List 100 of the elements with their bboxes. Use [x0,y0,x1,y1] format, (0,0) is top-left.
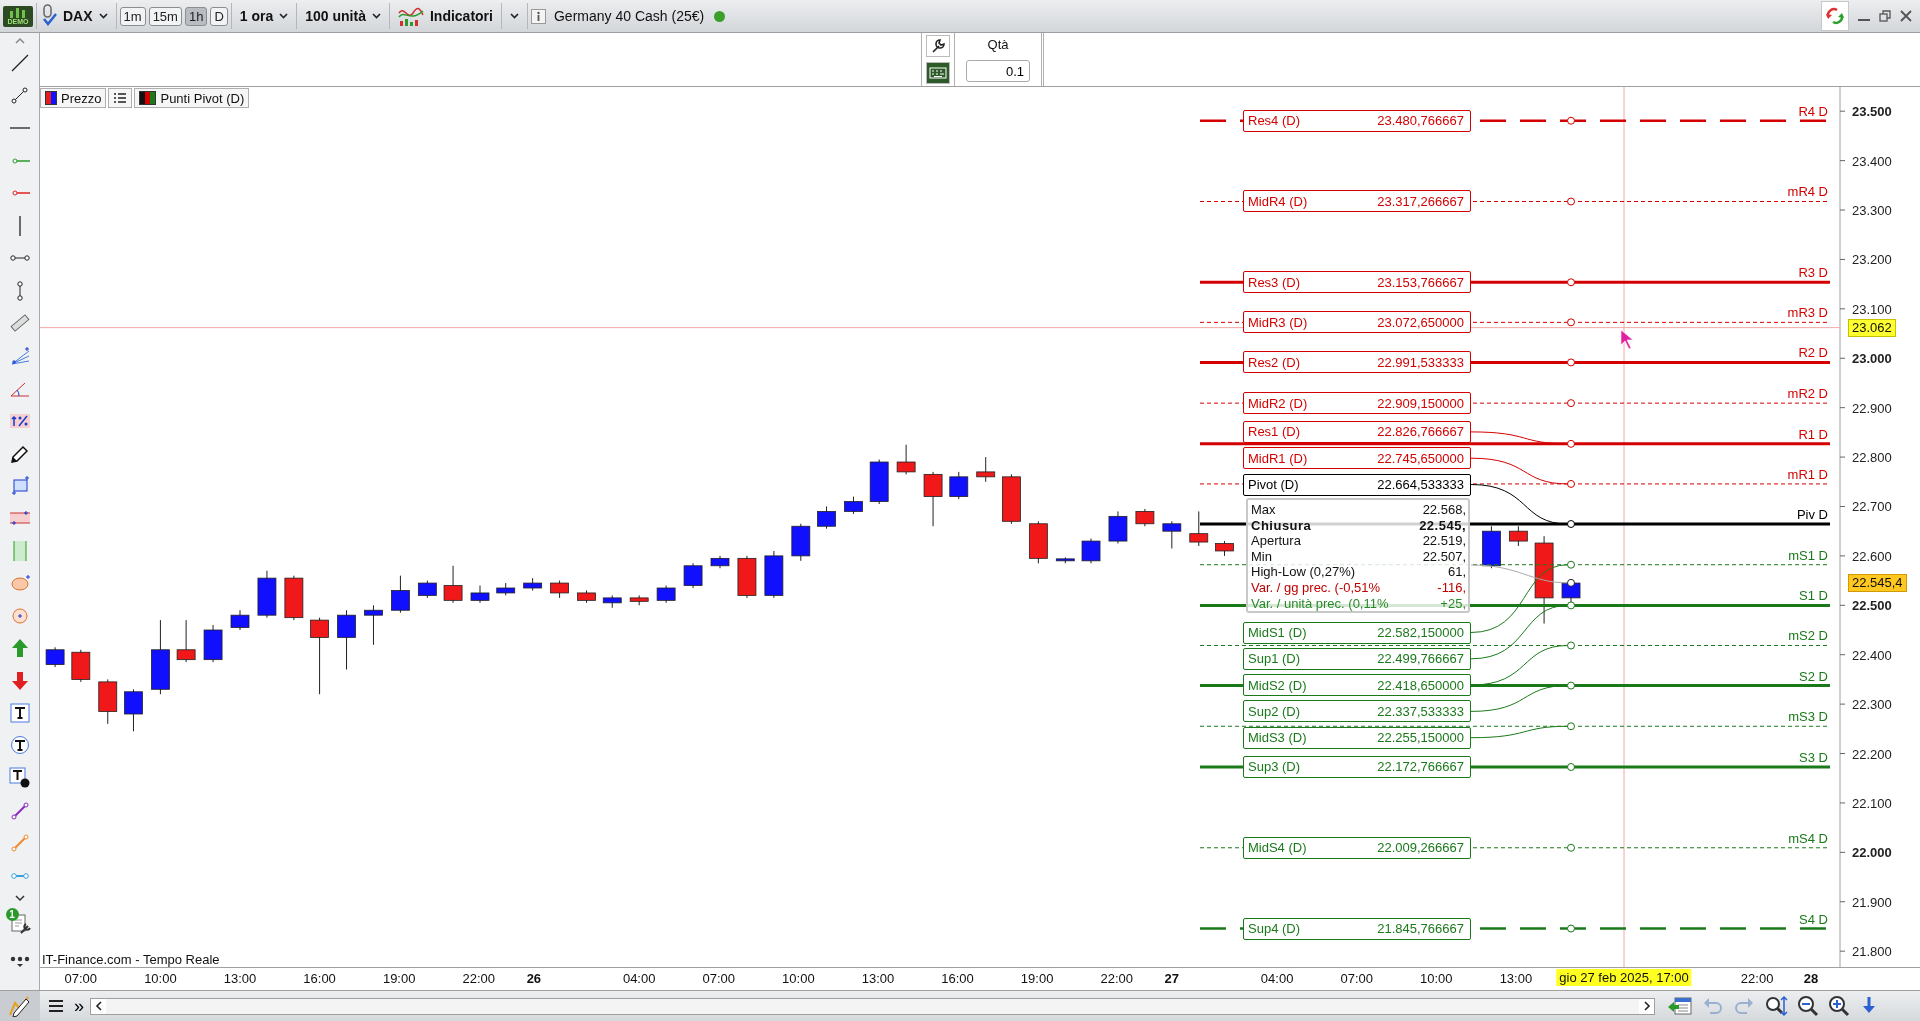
level-value: 21.845,766667 [1377,921,1464,937]
scrollbar[interactable] [90,997,1655,1015]
level-marker [1567,197,1575,206]
restore-icon[interactable] [1879,10,1891,22]
candle [1028,520,1048,564]
level-tag: mR2 D [1787,386,1828,402]
level-marker [1567,439,1575,448]
legend-item[interactable]: Prezzo [40,88,107,108]
zoom-in-icon[interactable] [1828,995,1850,1017]
level-value: 22.418,650000 [1377,677,1464,693]
menu-icon[interactable] [48,999,64,1013]
close-icon[interactable] [1900,10,1912,22]
refresh-icon [1825,6,1845,26]
time-tick: 07:00 [702,971,736,986]
quantity-field[interactable]: 0.1 [966,60,1030,82]
timeframe-button[interactable]: 1m [119,6,146,26]
candle [817,506,836,530]
candle [683,562,703,589]
time-tick: 16:00 [941,971,974,986]
scroll-down-icon[interactable] [14,894,25,902]
candle [923,471,943,527]
price-tick: 22.900 [1852,400,1892,416]
candle [1081,538,1101,564]
text-anchor-icon[interactable] [8,767,31,790]
candle [949,471,969,500]
level-tag: S3 D [1799,750,1828,765]
list-button[interactable] [108,88,133,108]
text-tool-icon[interactable] [8,702,31,725]
level-name: MidR3 (D) [1248,314,1308,330]
keyboard-icon [929,66,947,79]
drawing-mode-button[interactable] [0,991,40,1021]
legend-item[interactable]: Punti Pivot (D) [134,88,250,108]
level-value: 22.172,766667 [1377,759,1464,775]
text-bubble-icon[interactable] [8,734,31,757]
price-tick: 23.300 [1852,203,1892,218]
timeframe-button[interactable]: 1h [184,6,208,26]
price-tick: 23.400 [1852,153,1892,169]
level-tag: mS2 D [1788,628,1828,644]
level-marker [1567,763,1575,771]
time-tick: 26 [526,971,542,986]
time-tick: 22:00 [1740,971,1774,986]
candle [417,580,437,599]
info-icon[interactable] [530,8,546,24]
period-dropdown[interactable]: 1 ora [234,4,294,28]
tooltip-label: High-Low (0,27%) [1251,564,1357,580]
candle [656,585,676,604]
time-tick: 10:00 [782,971,815,986]
candle [391,575,410,614]
time-tick: 13:00 [861,971,895,986]
expand-button[interactable]: » [74,995,84,1017]
more-icon[interactable] [8,954,31,968]
timeframe-button[interactable]: D [210,6,228,26]
zoom-fit-icon[interactable] [1764,995,1788,1017]
time-tick: 19:00 [382,971,416,986]
candle [443,565,463,604]
segment-icon[interactable] [8,799,31,822]
crosshair-time: gio 27 feb 2025, 17:00 [1556,969,1692,986]
notification-badge: 1 [5,908,19,921]
level-tag: S1 D [1799,588,1828,604]
refresh-button[interactable] [1821,1,1849,31]
caret-icon [509,13,519,19]
candle [176,619,196,663]
segment-icon[interactable] [8,84,31,107]
time-tick: 22:00 [1100,971,1133,986]
level-name: MidS2 (D) [1248,677,1307,693]
quantity-label: Qtà [987,37,1009,52]
level-value: 22.255,150000 [1377,730,1464,746]
candle [1482,525,1501,569]
timeframe-button[interactable]: 15m [148,6,182,26]
zoom-out-icon[interactable] [1797,995,1819,1017]
candle [737,555,757,599]
scroll-left-button[interactable] [91,998,106,1014]
crosshair-price: 23.062 [1848,318,1896,337]
scroll-right-button[interactable] [1639,998,1654,1014]
caret-icon [371,13,381,19]
candle [470,585,490,604]
level-marker [1567,278,1575,287]
units-dropdown[interactable]: 100 unità [300,4,386,28]
time-tick: 16:00 [303,971,336,986]
candle [496,582,516,596]
scroll-up-icon[interactable] [14,37,25,45]
calendar-icon[interactable] [1667,995,1693,1017]
candle [98,678,118,725]
level-name: MidS3 (D) [1248,730,1307,746]
link-check-icon[interactable] [40,4,58,28]
tooltip-label: Var. / unità prec. (0,11% [1251,595,1390,612]
level-name: MidS4 (D) [1248,840,1307,856]
indicators-button[interactable]: Indicatori [392,1,498,31]
level-marker [1567,560,1575,569]
level-name: MidS1 (D) [1248,625,1307,640]
settings-button[interactable] [926,35,950,58]
data-source: IT-Finance.com - Tempo Reale [42,952,220,967]
keyboard-button[interactable] [926,61,950,84]
price-tick: 23.100 [1852,301,1892,317]
wrench-icon [930,38,946,55]
time-tick: 10:00 [1420,971,1453,986]
candle [1189,510,1209,547]
candle [337,609,356,671]
symbol-dropdown[interactable]: DAX [58,4,113,28]
level-value: 22.745,650000 [1377,450,1464,466]
